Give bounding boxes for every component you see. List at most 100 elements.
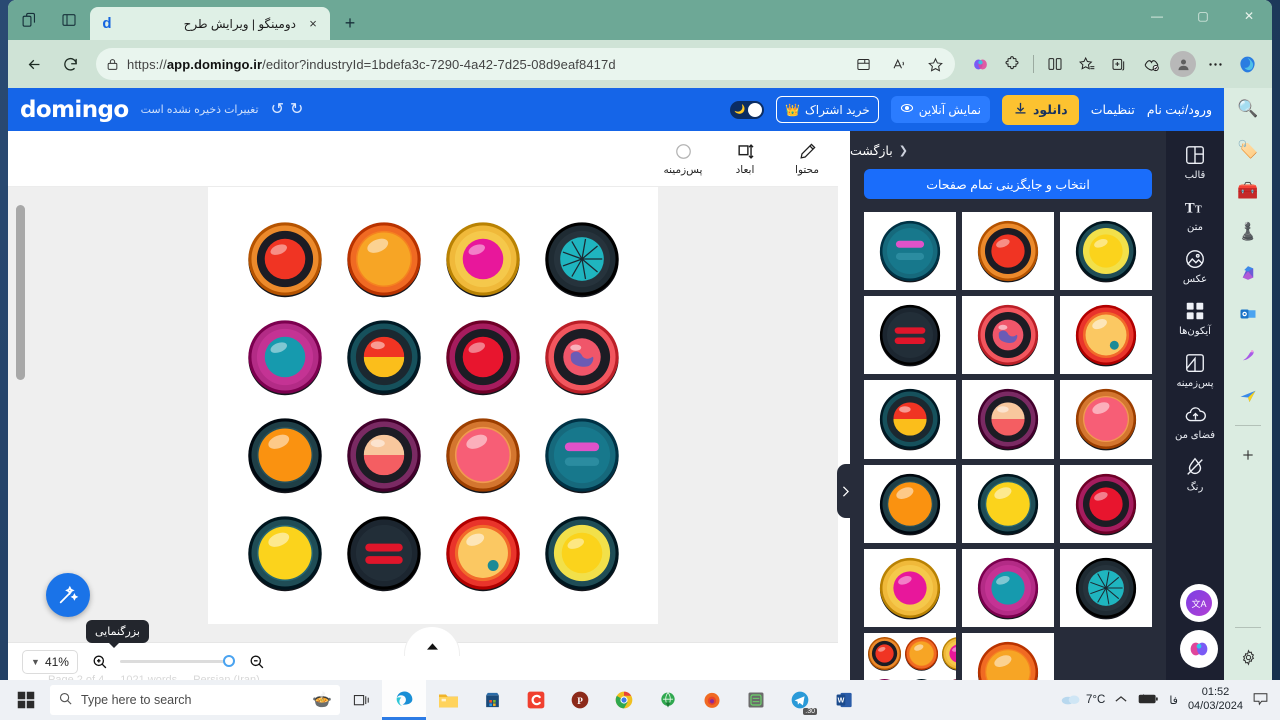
orange-dome-button[interactable]: [904, 636, 939, 676]
tab-actions-icon[interactable]: [14, 5, 44, 35]
photoshop-app[interactable]: P: [558, 680, 602, 720]
minimize-button[interactable]: —: [1134, 0, 1180, 32]
template-thumbnail[interactable]: [1060, 212, 1152, 291]
search-icon[interactable]: 🔍: [1233, 94, 1263, 124]
redo-icon[interactable]: ↻: [290, 101, 303, 118]
close-window-button[interactable]: ✕: [1226, 0, 1272, 32]
canvas-cell[interactable]: [535, 213, 628, 305]
template-thumbnail[interactable]: [864, 296, 956, 375]
zoom-in-icon[interactable]: [88, 651, 110, 673]
back-icon[interactable]: [18, 48, 50, 80]
canvas-cell[interactable]: [238, 507, 331, 599]
translate-button[interactable]: 文A: [1180, 584, 1218, 622]
rail-item-آیکون-ها[interactable]: آیکون‌ها: [1170, 299, 1220, 337]
zoom-slider-knob[interactable]: [223, 655, 235, 667]
settings-gear-icon[interactable]: [1233, 642, 1263, 672]
ime-language-indicator[interactable]: فا: [1169, 694, 1178, 707]
add-icon[interactable]: [1233, 440, 1263, 470]
file-explorer-app[interactable]: [426, 680, 470, 720]
template-thumbnail[interactable]: [1060, 380, 1152, 459]
canvas-cell[interactable]: [337, 213, 430, 305]
template-thumbnail[interactable]: [962, 212, 1054, 291]
template-thumbnail[interactable]: [864, 212, 956, 291]
purple-peach-thumb[interactable]: [976, 387, 1040, 451]
orange-dome-thumb-2[interactable]: [976, 640, 1040, 680]
maximize-button[interactable]: ▢: [1180, 0, 1226, 32]
coral-globe-button[interactable]: [543, 318, 621, 396]
sunrise-dot-button[interactable]: [444, 514, 522, 592]
sunrise-dot-thumb[interactable]: [1074, 303, 1138, 367]
template-thumbnail[interactable]: [1060, 296, 1152, 375]
teal-pill-button[interactable]: [543, 416, 621, 494]
read-aloud-icon[interactable]: [885, 51, 913, 77]
subscribe-button[interactable]: خرید اشتراک 👑: [776, 96, 879, 123]
template-thumbnail[interactable]: [1060, 464, 1152, 543]
magenta-gold-ring-button[interactable]: [941, 636, 956, 676]
canvas-cell[interactable]: [238, 409, 331, 501]
settings-more-icon[interactable]: [1200, 49, 1230, 79]
zoom-slider[interactable]: [120, 655, 235, 667]
notepad-app[interactable]: [734, 680, 778, 720]
login-register-link[interactable]: ورود/ثبت نام: [1147, 102, 1212, 117]
canvas-cell[interactable]: [337, 507, 430, 599]
settings-link[interactable]: تنظیمات: [1091, 102, 1135, 117]
template-thumbnail[interactable]: [864, 380, 956, 459]
red-orange-ring-button[interactable]: [246, 220, 324, 298]
teal-magenta-thumb[interactable]: [976, 556, 1040, 620]
firefox-app[interactable]: [690, 680, 734, 720]
gold-ring-yellow-thumb[interactable]: [1074, 219, 1138, 283]
rail-item-متن[interactable]: T T متن: [1170, 195, 1220, 234]
microsoft-store-app[interactable]: [470, 680, 514, 720]
clock-widget[interactable]: 01:52 04/03/2024: [1188, 686, 1243, 714]
rail-item-عکس[interactable]: عکس: [1170, 247, 1220, 285]
template-thumbnail[interactable]: [962, 632, 1054, 680]
browser-tab[interactable]: d دومینگو | ویرایش طرح ×: [90, 7, 330, 40]
template-thumbnail[interactable]: [962, 380, 1054, 459]
star-icon[interactable]: [921, 51, 949, 77]
canvas-cell[interactable]: [337, 409, 430, 501]
template-thumbnail[interactable]: [864, 632, 956, 680]
canvas-cell[interactable]: [436, 213, 529, 305]
template-thumbnail[interactable]: [864, 464, 956, 543]
canvas-cell[interactable]: [337, 311, 430, 403]
notification-icon[interactable]: [1253, 692, 1268, 709]
dark-red-bars-thumb[interactable]: [878, 303, 942, 367]
canvas-vertical-scrollbar[interactable]: [16, 205, 25, 380]
yellow-dome-thumb[interactable]: [976, 472, 1040, 536]
teal-magenta-button[interactable]: [246, 318, 324, 396]
favorites-icon[interactable]: [1072, 49, 1102, 79]
template-thumbnail[interactable]: [962, 548, 1054, 627]
theme-toggle[interactable]: 🌙: [730, 100, 765, 119]
canvas-cell[interactable]: [535, 409, 628, 501]
red-orange-ring-button[interactable]: [867, 636, 902, 676]
chrome-app[interactable]: [602, 680, 646, 720]
download-button[interactable]: دانلود: [1001, 94, 1079, 125]
tray-overflow-icon[interactable]: [1115, 695, 1127, 706]
artboard[interactable]: [208, 187, 658, 624]
teal-fan-button[interactable]: [543, 220, 621, 298]
office-icon[interactable]: [1233, 258, 1263, 288]
taskbar-search-input[interactable]: Type here to search 🍲: [50, 685, 340, 715]
task-view-icon[interactable]: [340, 680, 382, 720]
canvas-cell[interactable]: [535, 311, 628, 403]
canvas-area[interactable]: [8, 187, 838, 642]
canvas-cell[interactable]: [238, 213, 331, 305]
extensions-icon[interactable]: [997, 49, 1027, 79]
magenta-gold-ring-button[interactable]: [444, 220, 522, 298]
gold-ring-yellow-button[interactable]: [543, 514, 621, 592]
send-icon[interactable]: [1233, 381, 1263, 411]
designer-icon[interactable]: [1233, 340, 1263, 370]
copilot-sidebar-icon[interactable]: [1232, 49, 1262, 79]
panel-back-button[interactable]: بازگشت ❮: [850, 131, 1166, 158]
replace-all-pages-button[interactable]: انتخاب و جایگزینی تمام صفحات: [864, 169, 1152, 199]
games-icon[interactable]: ♟️: [1233, 217, 1263, 247]
magic-wand-button[interactable]: [46, 573, 90, 617]
address-bar[interactable]: https://app.domingo.ir/editor?industryId…: [96, 48, 955, 80]
template-thumbnail[interactable]: [864, 548, 956, 627]
online-preview-button[interactable]: نمایش آنلاین: [890, 96, 990, 123]
rail-item-رنگ[interactable]: رنگ: [1170, 455, 1220, 493]
telegram-app[interactable]: .30: [778, 680, 822, 720]
teal-pill-thumb[interactable]: [878, 219, 942, 283]
camtasia-app[interactable]: [514, 680, 558, 720]
orange-dome-button[interactable]: [345, 220, 423, 298]
